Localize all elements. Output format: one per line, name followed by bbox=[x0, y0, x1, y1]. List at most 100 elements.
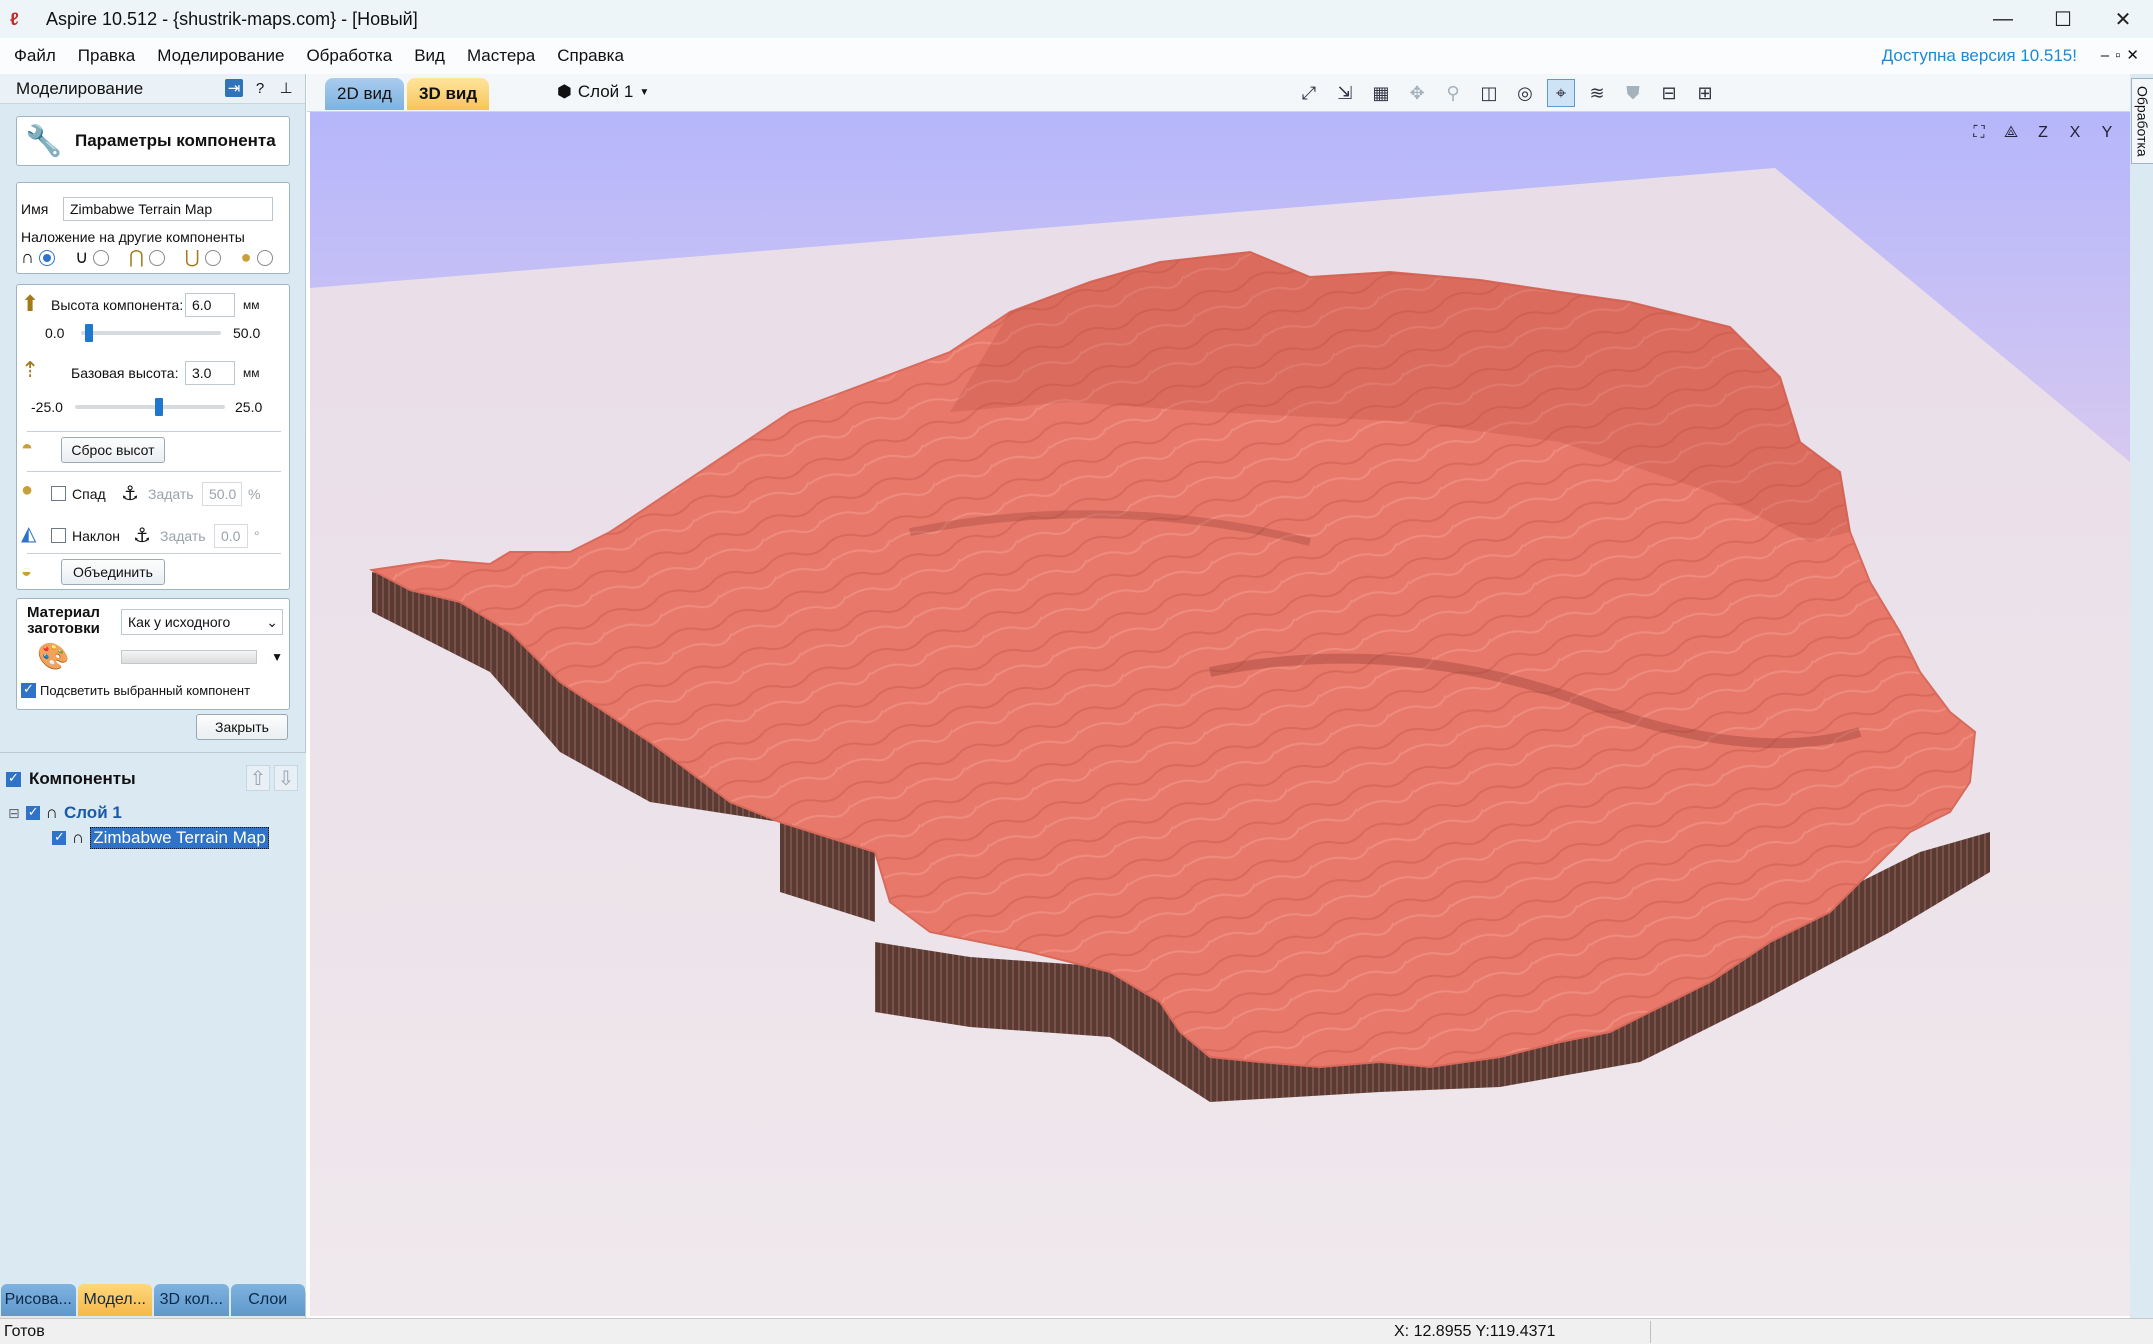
add-mode-radio[interactable] bbox=[38, 249, 55, 266]
close-panel-button[interactable]: Закрыть bbox=[196, 714, 288, 740]
component-item-label[interactable]: Zimbabwe Terrain Map bbox=[90, 827, 269, 849]
layer-component-icon: ∩ bbox=[45, 803, 58, 822]
fit-view-icon[interactable]: ⛶ bbox=[1966, 120, 1992, 146]
menu-file[interactable]: Файл bbox=[0, 38, 67, 74]
tab-2d-view[interactable]: 2D вид bbox=[325, 78, 404, 110]
menu-modeling[interactable]: Моделирование bbox=[146, 38, 295, 74]
zoom-extents-icon[interactable]: ◎ bbox=[1511, 79, 1539, 107]
fade-checkbox[interactable] bbox=[51, 486, 66, 501]
base-height-slider-thumb[interactable] bbox=[155, 398, 163, 416]
layer-checkbox[interactable] bbox=[25, 804, 40, 820]
material-select[interactable]: Как у исходного ⌄ bbox=[121, 609, 283, 635]
view-toolbar: 2D вид 3D вид ⬢ Слой 1 ▼ ⤢ ⇲ ▦ ✥ ⚲ ◫ ◎ ⌖ ≋ ⛊ ⊟ ⊞ bbox=[307, 74, 2135, 112]
subtract-mode-radio[interactable] bbox=[93, 249, 110, 266]
zoom-box-icon[interactable]: ◫ bbox=[1475, 79, 1503, 107]
base-height-input[interactable]: 3.0 bbox=[185, 361, 235, 385]
pin-icon[interactable]: ⊥ bbox=[277, 79, 295, 97]
move-up-icon[interactable]: ⇧ bbox=[246, 765, 270, 791]
merge-low-mode-radio[interactable] bbox=[204, 249, 221, 266]
material-select-value: Как у исходного bbox=[128, 614, 231, 630]
divider bbox=[27, 553, 281, 554]
component-height-label: Высота компонента: bbox=[51, 297, 184, 313]
grid-icon[interactable]: ▦ bbox=[1367, 79, 1395, 107]
menu-wizards[interactable]: Мастера bbox=[456, 38, 546, 74]
node-edit-icon[interactable]: ⤢ bbox=[1295, 79, 1323, 107]
base-height-label: Базовая высота: bbox=[71, 365, 179, 381]
status-divider bbox=[1650, 1321, 1651, 1343]
overlay-modes: ∩ ∪ ⋂ ⋃ ● bbox=[21, 247, 273, 268]
pan-icon[interactable]: ✥ bbox=[1403, 79, 1431, 107]
maximize-button[interactable]: ☐ bbox=[2033, 0, 2093, 38]
merge-high-mode-radio[interactable] bbox=[148, 249, 165, 266]
tilt-value-input[interactable]: 0.0 bbox=[214, 523, 248, 548]
base-height-min: -25.0 bbox=[31, 399, 63, 415]
layer-selector[interactable]: ⬢ Слой 1 ▼ bbox=[557, 82, 649, 102]
component-height-slider[interactable] bbox=[81, 324, 221, 342]
menu-view[interactable]: Вид bbox=[403, 38, 456, 74]
highlight-selected-checkbox[interactable] bbox=[21, 681, 36, 698]
combine-button[interactable]: Объединить bbox=[61, 559, 165, 585]
split-vertical-icon[interactable]: ⊞ bbox=[1691, 79, 1719, 107]
material-color-swatch bbox=[121, 650, 257, 664]
fade-label: Спад bbox=[72, 485, 106, 502]
dock-icon[interactable]: ⇥ bbox=[225, 79, 243, 97]
update-available-link[interactable]: Доступна версия 10.515! bbox=[1882, 38, 2077, 74]
view-z-icon[interactable]: Z bbox=[2030, 120, 2056, 146]
toolpath-icon[interactable]: ≋ bbox=[1583, 79, 1611, 107]
fade-set-label: Задать bbox=[148, 485, 194, 502]
material-color-select[interactable]: ▼ bbox=[121, 647, 283, 667]
expand-collapse-icon[interactable]: ⊟ bbox=[8, 805, 20, 822]
mdi-window-controls[interactable]: –▫✕ bbox=[2101, 38, 2145, 74]
fade-anchor-icon[interactable]: ⚓ bbox=[118, 481, 142, 506]
combine-icon: ◒ bbox=[21, 561, 32, 581]
zoom-icon[interactable]: ⚲ bbox=[1439, 79, 1467, 107]
tab-layers[interactable]: Слои bbox=[230, 1284, 305, 1316]
aspire-logo-icon: ℓ bbox=[10, 9, 19, 29]
multiply-mode-icon: ● bbox=[240, 247, 252, 267]
close-window-button[interactable]: ✕ bbox=[2093, 0, 2153, 38]
menu-machining[interactable]: Обработка bbox=[295, 38, 403, 74]
base-height-slider[interactable] bbox=[75, 398, 225, 416]
shade-icon[interactable]: ⛊ bbox=[1619, 79, 1647, 107]
add-mode-icon: ∩ bbox=[21, 247, 34, 267]
tilt-set-label: Задать bbox=[160, 527, 206, 544]
view-x-icon[interactable]: X bbox=[2062, 120, 2088, 146]
component-height-slider-thumb[interactable] bbox=[85, 324, 94, 342]
multiply-mode-radio[interactable] bbox=[256, 249, 273, 266]
tilt-checkbox[interactable] bbox=[51, 528, 66, 543]
material-label-line1: Материал bbox=[27, 604, 100, 621]
menu-help[interactable]: Справка bbox=[546, 38, 635, 74]
component-params-title: Параметры компонента bbox=[75, 131, 276, 150]
components-title: Компоненты bbox=[29, 769, 136, 788]
layer-label[interactable]: Слой 1 bbox=[64, 803, 122, 823]
iso-view-icon[interactable]: ⟁ bbox=[1998, 120, 2024, 146]
move-down-icon[interactable]: ⇩ bbox=[274, 765, 298, 791]
minimize-button[interactable]: — bbox=[1973, 0, 2033, 38]
transform-icon[interactable]: ⇲ bbox=[1331, 79, 1359, 107]
component-checkbox[interactable] bbox=[52, 829, 66, 845]
menu-edit[interactable]: Правка bbox=[67, 38, 146, 74]
divider bbox=[27, 431, 281, 432]
tab-modeling[interactable]: Модел... bbox=[77, 1284, 152, 1316]
tab-3d-clipart[interactable]: 3D кол... bbox=[154, 1284, 229, 1316]
components-toggle-checkbox[interactable] bbox=[6, 770, 21, 787]
tilt-anchor-icon[interactable]: ⚓ bbox=[130, 523, 154, 548]
base-height-unit: мм bbox=[243, 366, 260, 380]
help-icon[interactable]: ? bbox=[251, 79, 269, 97]
split-horizontal-icon[interactable]: ⊟ bbox=[1655, 79, 1683, 107]
component-name-input[interactable]: Zimbabwe Terrain Map bbox=[63, 197, 273, 221]
component-height-input[interactable]: 6.0 bbox=[185, 293, 235, 317]
tab-machining[interactable]: Обработка bbox=[2131, 78, 2153, 164]
fade-value-input[interactable]: 50.0 bbox=[202, 481, 242, 506]
merge-high-mode-icon: ⋂ bbox=[129, 247, 144, 267]
name-section: Имя Zimbabwe Terrain Map Наложение на др… bbox=[16, 182, 290, 274]
tab-3d-view[interactable]: 3D вид bbox=[407, 78, 490, 110]
select-vectors-icon[interactable]: ⌖ bbox=[1547, 79, 1575, 107]
view-y-icon[interactable]: Y bbox=[2094, 120, 2120, 146]
tilt-label: Наклон bbox=[72, 527, 121, 544]
divider bbox=[27, 471, 281, 472]
reset-heights-button[interactable]: Сброс высот bbox=[61, 437, 165, 463]
tab-drawing[interactable]: Рисова... bbox=[1, 1284, 76, 1316]
component-height-icon: ⬆ bbox=[21, 291, 40, 316]
3d-viewport[interactable]: ⛶ ⟁ Z X Y bbox=[310, 112, 2130, 1316]
